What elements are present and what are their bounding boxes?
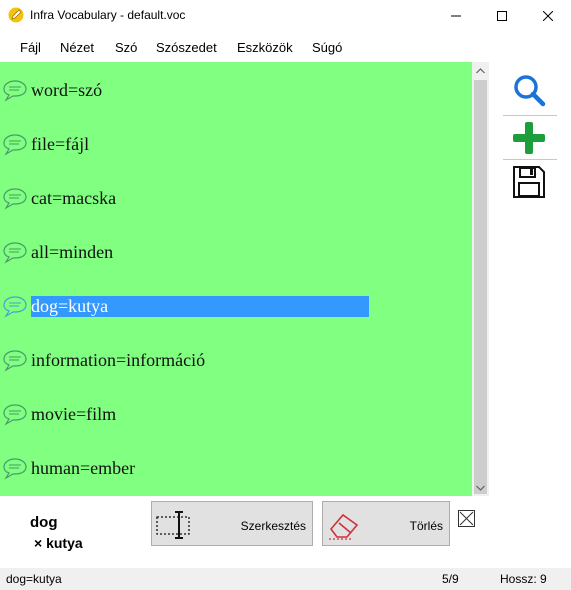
list-item-text: word=szó bbox=[31, 80, 103, 100]
list-item[interactable]: all=minden bbox=[0, 240, 472, 264]
menu-help[interactable]: Súgó bbox=[312, 40, 342, 55]
close-icon bbox=[543, 10, 553, 21]
scroll-thumb[interactable] bbox=[474, 80, 487, 494]
list-item[interactable]: word=szó bbox=[0, 78, 472, 102]
scroll-up-button[interactable] bbox=[472, 62, 489, 79]
add-button[interactable] bbox=[501, 116, 557, 160]
list-item-text: file=fájl bbox=[31, 134, 90, 154]
speech-bubble-icon bbox=[2, 186, 28, 210]
speech-bubble-icon bbox=[2, 348, 28, 372]
list-item[interactable]: movie=film bbox=[0, 402, 472, 426]
speech-bubble-icon bbox=[2, 240, 28, 264]
search-button[interactable] bbox=[501, 68, 557, 112]
chevron-down-icon bbox=[476, 485, 485, 491]
menu-file[interactable]: Fájl bbox=[20, 40, 41, 55]
menu-wordlist[interactable]: Szószedet bbox=[156, 40, 217, 55]
menu-bar: Fájl Nézet Szó Szószedet Eszközök Súgó bbox=[0, 31, 571, 61]
eraser-icon bbox=[329, 513, 359, 540]
delete-button-label: Törlés bbox=[409, 519, 443, 533]
title-bar: Infra Vocabulary - default.voc bbox=[0, 0, 571, 31]
edit-button[interactable]: Szerkesztés bbox=[151, 501, 313, 546]
status-position: 5/9 bbox=[442, 572, 459, 586]
tool-panel bbox=[489, 62, 571, 496]
menu-view[interactable]: Nézet bbox=[60, 40, 94, 55]
word-detail-panel: dog × kutya Szerkesztés Törlés bbox=[0, 497, 571, 568]
search-icon bbox=[514, 75, 546, 107]
pencil-icon bbox=[8, 7, 24, 23]
list-item-text: human=ember bbox=[31, 458, 136, 478]
list-item-text: movie=film bbox=[31, 404, 117, 424]
list-item-text: cat=macska bbox=[31, 188, 117, 208]
edit-icon bbox=[156, 511, 190, 539]
status-current-entry: dog=kutya bbox=[6, 572, 62, 586]
list-scrollbar[interactable] bbox=[472, 62, 489, 496]
status-length: Hossz: 9 bbox=[500, 572, 547, 586]
list-item[interactable]: cat=macska bbox=[0, 186, 472, 210]
speech-bubble-icon bbox=[2, 78, 28, 102]
vocabulary-list[interactable]: word=szó file=fájl cat=macska all=minden… bbox=[0, 62, 472, 496]
detail-translation: × kutya bbox=[34, 535, 83, 551]
speech-bubble-icon bbox=[2, 402, 28, 426]
speech-bubble-icon bbox=[2, 456, 28, 480]
detail-word: dog bbox=[30, 514, 58, 531]
minimize-button[interactable] bbox=[433, 0, 479, 31]
add-icon bbox=[513, 122, 545, 154]
list-item[interactable]: file=fájl bbox=[0, 132, 472, 156]
chevron-up-icon bbox=[476, 67, 485, 73]
delete-button[interactable]: Törlés bbox=[322, 501, 450, 546]
close-button[interactable] bbox=[525, 0, 571, 31]
close-box-icon bbox=[458, 510, 475, 527]
save-button[interactable] bbox=[501, 160, 557, 204]
scroll-down-button[interactable] bbox=[472, 479, 489, 496]
speech-bubble-icon bbox=[2, 294, 28, 318]
window-title: Infra Vocabulary - default.voc bbox=[30, 8, 186, 22]
menu-word[interactable]: Szó bbox=[115, 40, 137, 55]
close-detail-button[interactable] bbox=[458, 510, 475, 527]
list-item[interactable]: human=ember bbox=[0, 456, 472, 480]
menu-tools[interactable]: Eszközök bbox=[237, 40, 293, 55]
list-item-selected[interactable]: dog=kutya bbox=[0, 294, 472, 318]
maximize-button[interactable] bbox=[479, 0, 525, 31]
minimize-icon bbox=[451, 15, 461, 16]
edit-button-label: Szerkesztés bbox=[240, 519, 306, 533]
maximize-icon bbox=[497, 10, 507, 21]
speech-bubble-icon bbox=[2, 132, 28, 156]
list-item-text: information=információ bbox=[31, 350, 206, 370]
status-bar: dog=kutya 5/9 Hossz: 9 bbox=[0, 568, 571, 590]
list-item-text: all=minden bbox=[31, 242, 114, 262]
save-icon bbox=[513, 166, 545, 198]
list-item-text: dog=kutya bbox=[31, 296, 369, 317]
list-item[interactable]: information=információ bbox=[0, 348, 472, 372]
